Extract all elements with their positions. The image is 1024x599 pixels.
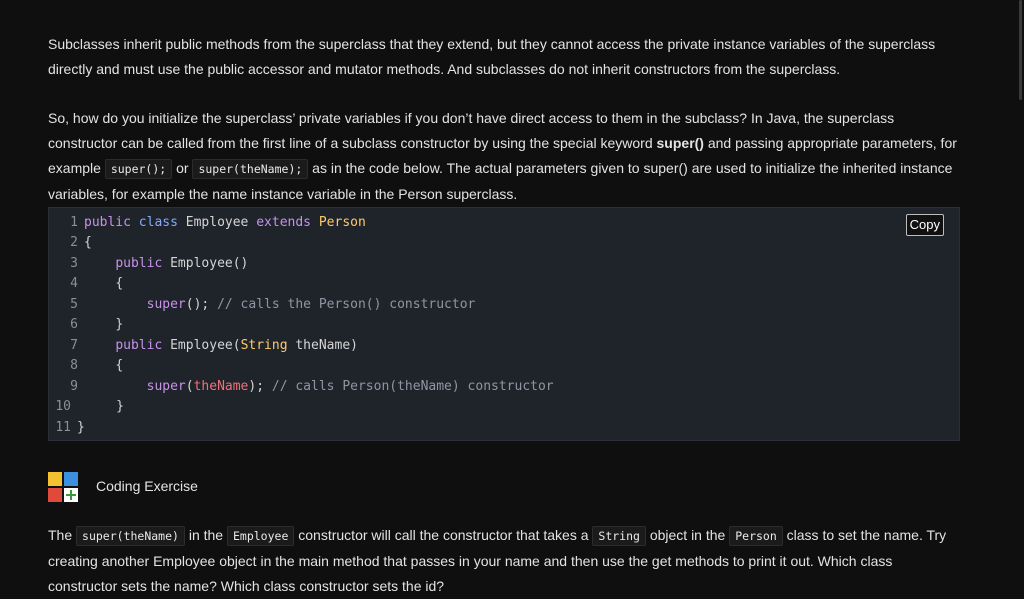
code-line-6: 6 } — [56, 315, 123, 335]
inline-code-super: super(); — [104, 159, 173, 179]
code-text: (); — [185, 297, 210, 312]
inline-code-super-thename: super(theName) — [76, 526, 185, 546]
code-text: theName) — [295, 338, 358, 353]
code-keyword: public — [115, 256, 163, 271]
code-text: } — [116, 399, 124, 414]
code-text: ( — [185, 379, 194, 394]
line-number: 2 — [70, 235, 78, 250]
code-keyword: public — [84, 215, 131, 230]
line-number: 10 — [55, 399, 71, 414]
code-text: { — [115, 358, 124, 373]
explain-paragraph: So, how do you initialize the superclass… — [48, 106, 960, 207]
code-text: } — [115, 317, 124, 332]
code-line-1: 1 public class Employee extends Person — [56, 213, 366, 233]
code-text: Employee( — [170, 338, 241, 353]
code-line-8: 8 { — [56, 356, 123, 376]
scrollbar-thumb[interactable] — [1019, 0, 1022, 100]
code-line-4: 4 { — [56, 274, 123, 294]
code-line-9: 9 super(theName); // calls Person(theNam… — [56, 377, 554, 397]
super-keyword: super() — [656, 135, 704, 151]
intro-paragraph: Subclasses inherit public methods from t… — [48, 36, 936, 77]
code-text: ); — [248, 379, 265, 394]
line-number: 4 — [70, 276, 78, 291]
exercise-paragraph: The super(theName) in the Employee const… — [48, 523, 960, 599]
code-comment: // calls Person(theName) constructor — [271, 379, 554, 394]
code-type: String — [240, 338, 288, 353]
task-text-4: object in the — [645, 527, 730, 543]
code-line-2: 2{ — [56, 233, 92, 253]
inline-code-employee: Employee — [226, 526, 295, 546]
code-text: { — [84, 235, 92, 250]
code-argument: theName — [193, 379, 249, 394]
line-number: 7 — [70, 338, 78, 353]
code-text: } — [77, 420, 85, 435]
explain-text-3: or — [172, 160, 193, 176]
code-comment: // calls the Person() constructor — [217, 297, 476, 312]
code-line-11: 11} — [49, 418, 85, 438]
code-text: { — [115, 276, 124, 291]
line-number: 1 — [70, 215, 78, 230]
line-number: 3 — [70, 256, 78, 271]
copy-button[interactable]: Copy — [905, 214, 944, 236]
task-text-1: The — [48, 527, 77, 543]
code-line-7: 7 public Employee(String theName) — [56, 336, 358, 356]
inline-code-super-thename: super(theName); — [192, 159, 309, 179]
exercise-title: Coding Exercise — [96, 478, 198, 494]
inline-code-person: Person — [729, 526, 783, 546]
code-block[interactable]: Copy 1 public class Employee extends Pers… — [48, 207, 960, 441]
code-text: Employee() — [170, 256, 249, 271]
line-number: 11 — [55, 420, 71, 435]
code-line-5: 5 super(); // calls the Person() constru… — [56, 295, 475, 315]
code-keyword: extends — [256, 215, 312, 230]
code-line-3: 3 public Employee() — [56, 254, 248, 274]
line-number: 8 — [70, 358, 78, 373]
line-number: 5 — [70, 297, 78, 312]
code-class-name: Employee — [185, 215, 249, 230]
code-line-10: 10 } — [49, 397, 124, 417]
line-number: 6 — [70, 317, 78, 332]
code-keyword: super — [146, 297, 186, 312]
code-keyword: super — [146, 379, 186, 394]
inline-code-string: String — [592, 526, 646, 546]
task-text-3: constructor will call the constructor th… — [294, 527, 593, 543]
coding-exercise-icon — [48, 472, 78, 502]
task-text-2: in the — [184, 527, 227, 543]
code-keyword: public — [115, 338, 163, 353]
line-number: 9 — [70, 379, 78, 394]
code-keyword: class — [138, 215, 178, 230]
code-superclass-name: Person — [318, 215, 366, 230]
